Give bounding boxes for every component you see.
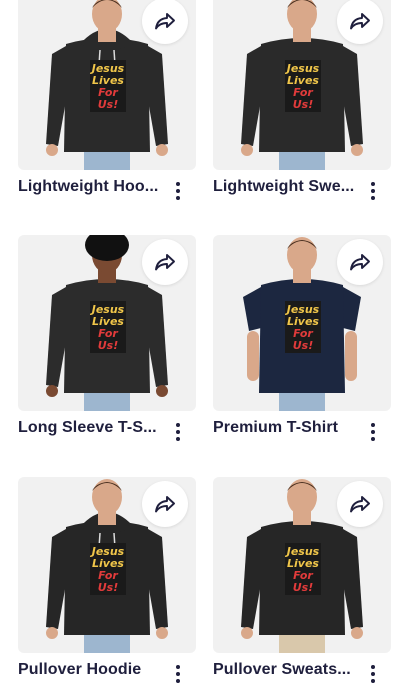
dot: [176, 430, 180, 434]
product-image[interactable]: Jesus Lives For Us!: [213, 477, 391, 653]
share-icon: [155, 254, 175, 271]
more-options-button[interactable]: [168, 178, 188, 204]
dot: [176, 679, 180, 683]
more-options-button[interactable]: [168, 419, 188, 445]
share-icon: [350, 496, 370, 513]
product-grid: Jesus Lives For Us! Lightweight Hoo... Jesu…: [0, 0, 408, 700]
dot: [371, 196, 375, 200]
dot: [176, 189, 180, 193]
product-image[interactable]: Jesus Lives For Us!: [18, 0, 196, 170]
product-title[interactable]: Pullover Sweats...: [213, 661, 355, 679]
product-title[interactable]: Lightweight Swe...: [213, 178, 355, 196]
dot: [371, 679, 375, 683]
share-button[interactable]: [337, 0, 383, 44]
more-options-button[interactable]: [168, 661, 188, 687]
dot: [371, 672, 375, 676]
share-button[interactable]: [337, 481, 383, 527]
share-button[interactable]: [142, 0, 188, 44]
share-icon: [350, 254, 370, 271]
svg-text:Us!: Us!: [98, 581, 119, 594]
product-image[interactable]: Jesus Lives For Us!: [213, 235, 391, 411]
share-button[interactable]: [142, 239, 188, 285]
share-button[interactable]: [337, 239, 383, 285]
svg-text:Us!: Us!: [98, 339, 119, 352]
svg-text:Us!: Us!: [98, 98, 119, 111]
dot: [371, 423, 375, 427]
more-options-button[interactable]: [363, 419, 383, 445]
dot: [176, 196, 180, 200]
share-button[interactable]: [142, 481, 188, 527]
dot: [176, 437, 180, 441]
dot: [371, 437, 375, 441]
dot: [371, 182, 375, 186]
svg-text:Us!: Us!: [293, 98, 314, 111]
dot: [176, 423, 180, 427]
more-options-button[interactable]: [363, 178, 383, 204]
product-title[interactable]: Premium T-Shirt: [213, 419, 355, 437]
dot: [176, 182, 180, 186]
dot: [371, 665, 375, 669]
share-icon: [350, 13, 370, 30]
svg-text:Us!: Us!: [293, 339, 314, 352]
more-options-button[interactable]: [363, 661, 383, 687]
product-title[interactable]: Long Sleeve T-S...: [18, 419, 160, 437]
share-icon: [155, 13, 175, 30]
product-image[interactable]: Jesus Lives For Us!: [213, 0, 391, 170]
product-image[interactable]: Jesus Lives For Us!: [18, 477, 196, 653]
share-icon: [155, 496, 175, 513]
product-title[interactable]: Lightweight Hoo...: [18, 178, 160, 196]
dot: [176, 665, 180, 669]
product-title[interactable]: Pullover Hoodie: [18, 661, 160, 679]
dot: [371, 189, 375, 193]
svg-text:Us!: Us!: [293, 581, 314, 594]
dot: [371, 430, 375, 434]
product-image[interactable]: Jesus Lives For Us!: [18, 235, 196, 411]
dot: [176, 672, 180, 676]
